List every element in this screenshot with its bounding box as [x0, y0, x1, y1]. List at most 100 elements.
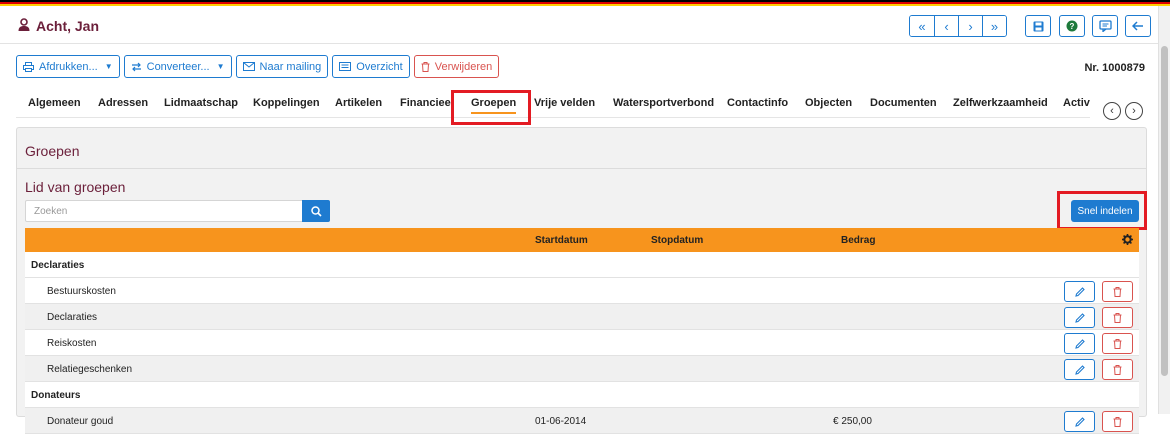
column-header-startdatum[interactable]: Startdatum	[535, 235, 588, 246]
panel-title: Groepen	[25, 143, 80, 159]
group-row: Donateurs	[25, 382, 1139, 408]
edit-button[interactable]	[1064, 359, 1095, 380]
edit-button[interactable]	[1064, 411, 1095, 432]
groups-panel: Groepen Lid van groepen Zoeken Snel inde…	[16, 127, 1147, 434]
pencil-icon	[1074, 416, 1085, 427]
tab-financieel[interactable]: Financieel	[400, 92, 454, 117]
tab-documenten[interactable]: Documenten	[870, 92, 937, 117]
previous-record-button[interactable]: ‹	[934, 16, 958, 36]
help-button[interactable]: ?	[1059, 15, 1085, 37]
edit-button[interactable]	[1064, 307, 1095, 328]
search-icon	[310, 205, 322, 217]
column-header-bedrag[interactable]: Bedrag	[841, 235, 875, 246]
page: Acht, Jan « ‹ › » ? Afdrukken... ▼ Conve…	[0, 6, 1158, 434]
search-input[interactable]: Zoeken	[25, 200, 303, 222]
section-title: Lid van groepen	[25, 179, 126, 195]
tab-activ[interactable]: Activ	[1063, 92, 1090, 117]
edit-button[interactable]	[1064, 333, 1095, 354]
row-startdatum: 01-06-2014	[535, 416, 587, 427]
first-record-button[interactable]: «	[910, 16, 934, 36]
tab-koppelingen[interactable]: Koppelingen	[253, 92, 320, 117]
pencil-icon	[1074, 338, 1085, 349]
delete-button[interactable]: Verwijderen	[413, 55, 500, 78]
next-record-button[interactable]: ›	[958, 16, 982, 36]
chevron-left-icon: ‹	[1110, 105, 1114, 117]
last-record-button[interactable]: »	[982, 16, 1006, 36]
row-name: Bestuurskosten	[47, 286, 116, 297]
tab-lidmaatschap[interactable]: Lidmaatschap	[164, 92, 238, 117]
table-row[interactable]: Reiskosten	[25, 330, 1139, 356]
comment-button[interactable]	[1092, 15, 1118, 37]
delete-label: Verwijderen	[434, 60, 493, 73]
help-icon: ?	[1066, 20, 1078, 32]
search-button[interactable]	[302, 200, 330, 222]
row-name: Donateur goud	[47, 416, 114, 427]
table-row[interactable]: Donateur goud 01-06-2014 € 250,00	[25, 408, 1139, 434]
scrollbar-thumb[interactable]	[1161, 46, 1168, 376]
row-name: Relatiegeschenken	[47, 364, 133, 375]
trash-icon	[1113, 364, 1122, 375]
tabs-scroll-left-button[interactable]: ‹	[1103, 102, 1121, 120]
table-row[interactable]: Declaraties	[25, 304, 1139, 330]
tab-adressen[interactable]: Adressen	[98, 92, 148, 117]
trash-icon	[1113, 286, 1122, 297]
arrow-left-icon	[1132, 21, 1143, 31]
group-name: Declaraties	[31, 260, 85, 271]
tab-bar: Algemeen Adressen Lidmaatschap Koppeling…	[16, 92, 1090, 118]
table-row[interactable]: Bestuurskosten	[25, 278, 1139, 304]
tab-watersportverbond[interactable]: Watersportverbond	[613, 92, 714, 117]
caret-down-icon: ▼	[216, 62, 225, 71]
delete-row-button[interactable]	[1102, 307, 1133, 328]
pencil-icon	[1074, 364, 1085, 375]
printer-icon	[23, 61, 34, 72]
mailing-button[interactable]: Naar mailing	[235, 55, 329, 78]
list-card-icon	[339, 62, 352, 71]
delete-row-button[interactable]	[1102, 411, 1133, 432]
tab-vrije-velden[interactable]: Vrije velden	[534, 92, 595, 117]
save-button[interactable]	[1025, 15, 1051, 37]
table-row[interactable]: Relatiegeschenken	[25, 356, 1139, 382]
trash-icon	[1113, 312, 1122, 323]
person-icon	[18, 18, 30, 31]
trash-icon	[421, 61, 430, 72]
record-number: Nr. 1000879	[1084, 62, 1145, 74]
chevron-right-icon: ›	[1132, 105, 1136, 117]
tab-contactinfo[interactable]: Contactinfo	[727, 92, 788, 117]
action-toolbar: Afdrukken... ▼ Converteer... ▼ Naar mail…	[16, 55, 500, 79]
pencil-icon	[1074, 286, 1085, 297]
page-scrollbar[interactable]	[1158, 6, 1170, 414]
row-bedrag: € 250,00	[833, 416, 872, 427]
comment-icon	[1098, 20, 1112, 32]
group-name: Donateurs	[31, 390, 81, 401]
print-label: Afdrukken...	[39, 60, 98, 73]
edit-button[interactable]	[1064, 281, 1095, 302]
save-icon	[1033, 21, 1043, 31]
back-button[interactable]	[1125, 15, 1151, 37]
tabs-scroll-right-button[interactable]: ›	[1125, 102, 1143, 120]
mailing-label: Naar mailing	[259, 60, 322, 73]
divider	[17, 168, 1146, 169]
tab-zelfwerkzaamheid[interactable]: Zelfwerkzaamheid	[953, 92, 1048, 117]
convert-label: Converteer...	[146, 60, 210, 73]
trash-icon	[1113, 338, 1122, 349]
tab-algemeen[interactable]: Algemeen	[28, 92, 81, 117]
pencil-icon	[1074, 312, 1085, 323]
overview-label: Overzicht	[356, 60, 403, 73]
gear-icon[interactable]	[1122, 234, 1133, 245]
record-header: Acht, Jan « ‹ › » ?	[0, 6, 1158, 44]
caret-down-icon: ▼	[104, 62, 113, 71]
row-name: Reiskosten	[47, 338, 97, 349]
groepen-tab-highlight	[451, 90, 531, 125]
print-dropdown-button[interactable]: Afdrukken... ▼	[16, 55, 120, 78]
tab-objecten[interactable]: Objecten	[805, 92, 852, 117]
delete-row-button[interactable]	[1102, 281, 1133, 302]
delete-row-button[interactable]	[1102, 333, 1133, 354]
overview-button[interactable]: Overzicht	[332, 55, 410, 78]
groups-table: Startdatum Stopdatum Bedrag Declaraties	[25, 228, 1139, 434]
convert-dropdown-button[interactable]: Converteer... ▼	[123, 55, 232, 78]
delete-row-button[interactable]	[1102, 359, 1133, 380]
row-name: Declaraties	[47, 312, 98, 323]
column-header-stopdatum[interactable]: Stopdatum	[651, 235, 703, 246]
tab-artikelen[interactable]: Artikelen	[335, 92, 382, 117]
group-row: Declaraties	[25, 252, 1139, 278]
